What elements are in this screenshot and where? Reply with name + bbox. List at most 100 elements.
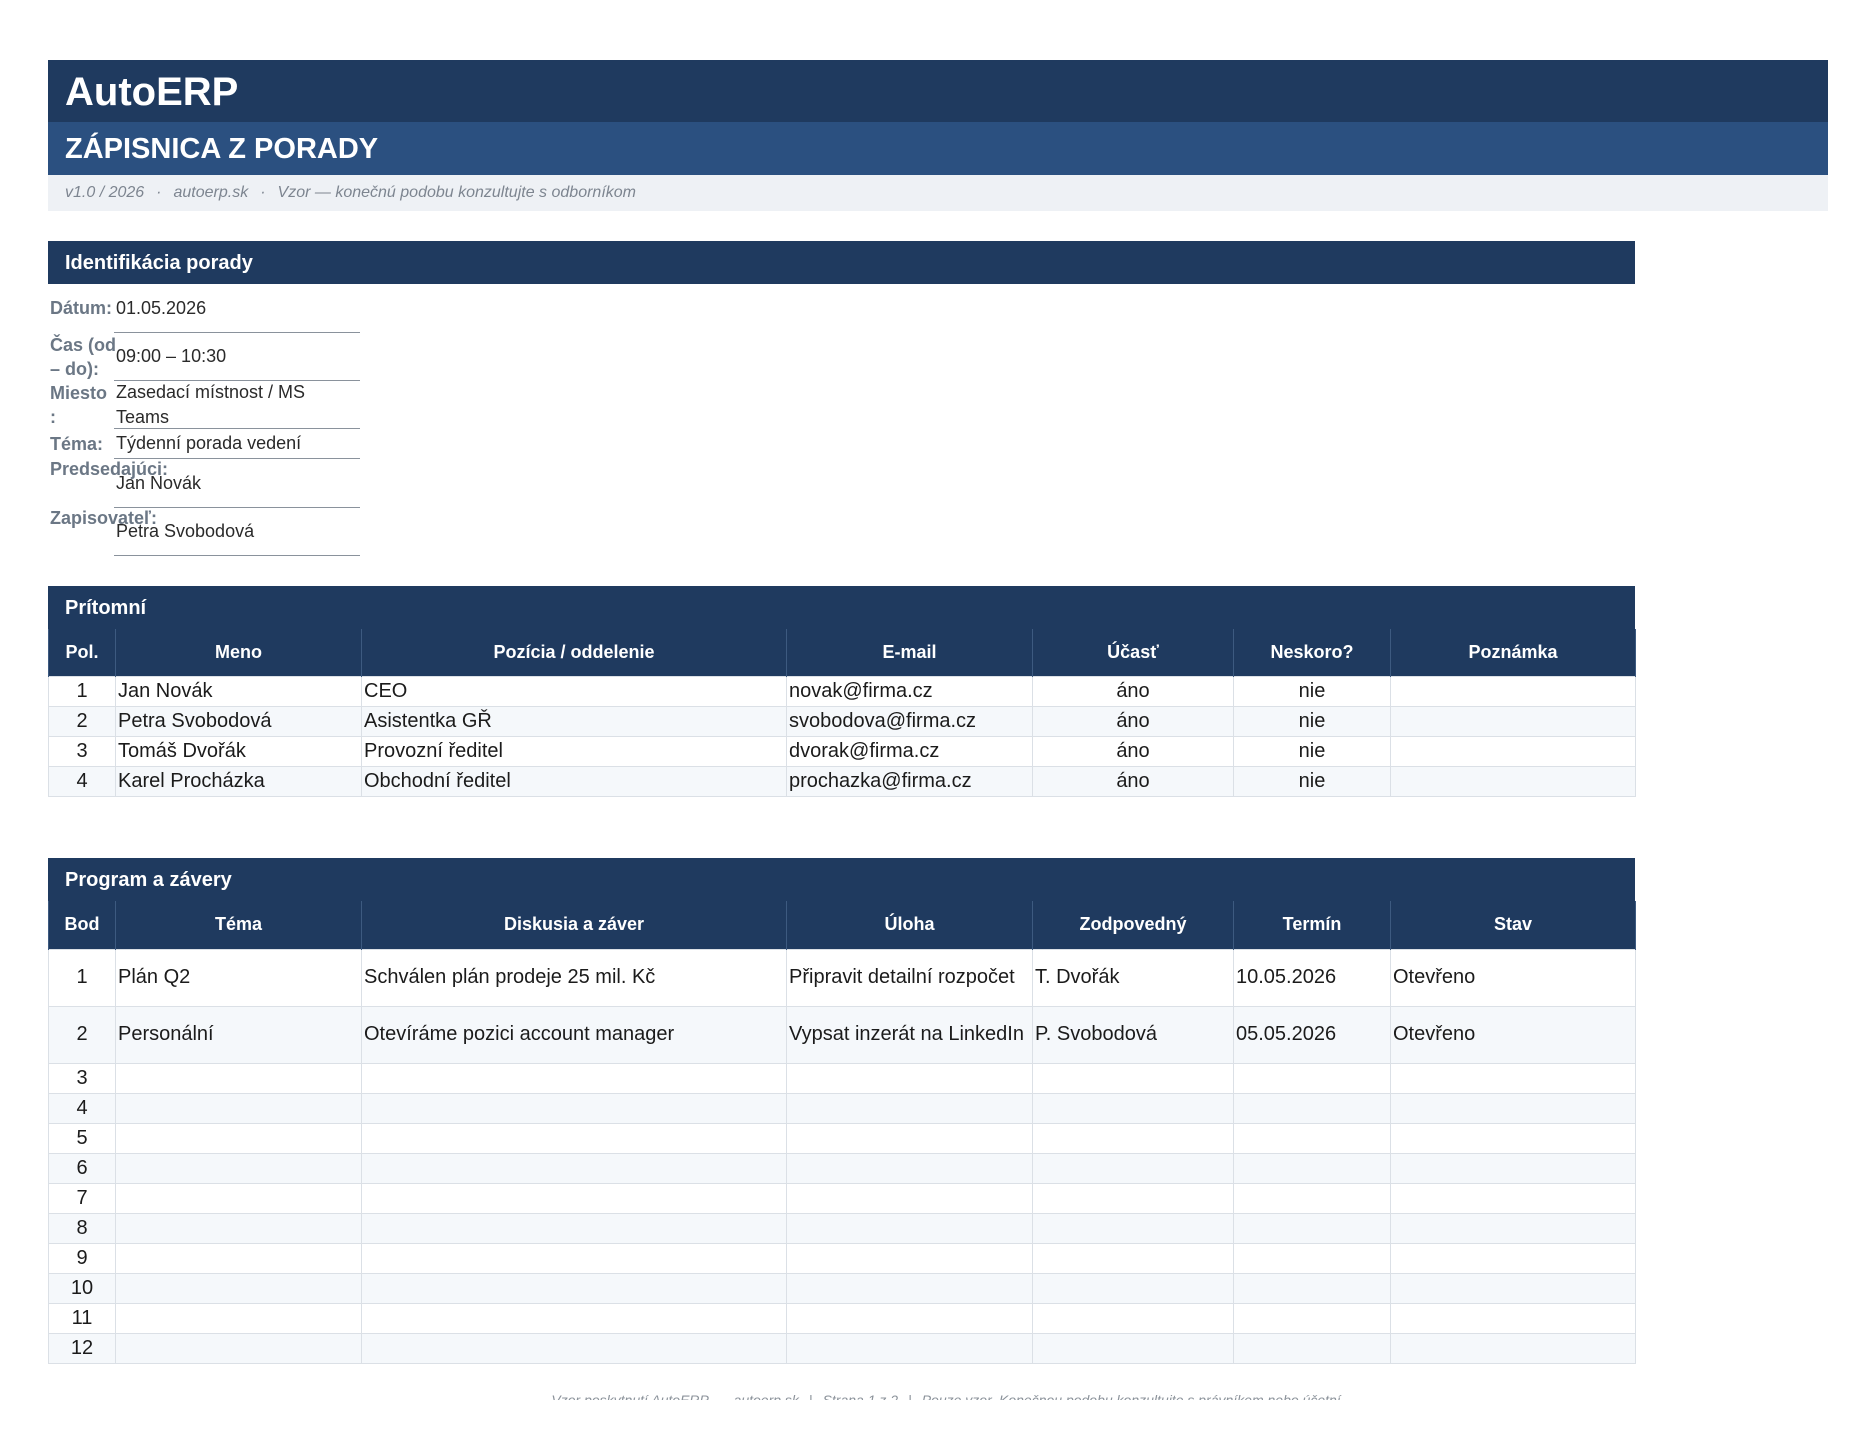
- table-cell: nie: [1233, 735, 1391, 767]
- table-cell: [1390, 1302, 1636, 1334]
- table-cell: svobodova@firma.cz: [786, 705, 1033, 737]
- document-title: ZÁPISNICA Z PORADY: [65, 133, 379, 165]
- table-cell: [1032, 1302, 1234, 1334]
- table-cell: 1: [48, 675, 116, 707]
- table-cell: [115, 1302, 362, 1334]
- attendees-header: Prítomní: [48, 586, 1635, 629]
- table-cell: [786, 1242, 1033, 1274]
- table-cell: Tomáš Dvořák: [115, 735, 362, 767]
- title-bar: ZÁPISNICA Z PORADY: [48, 122, 1828, 175]
- table-cell: 4: [48, 765, 116, 797]
- table-row: 8: [48, 1212, 1636, 1244]
- table-cell: [361, 1122, 787, 1154]
- field-value-time: 09:00 – 10:30: [116, 346, 227, 366]
- table-cell: 11: [48, 1302, 116, 1334]
- table-cell: [115, 1092, 362, 1124]
- table-cell: [115, 1332, 362, 1364]
- table-cell: [786, 1212, 1033, 1244]
- table-cell: [1032, 1122, 1234, 1154]
- field-label-time: Čas (od – do):: [50, 335, 117, 379]
- page-footer: Vzor poskytnutí AutoERP · autoerp.sk | Stran…: [528, 1390, 1368, 1400]
- table-cell: [361, 1062, 787, 1094]
- table-cell: [1390, 1122, 1636, 1154]
- table-cell: T. Dvořák: [1032, 948, 1234, 1007]
- field-label-chair: Predsedajúci:: [50, 459, 169, 479]
- table-row: 6: [48, 1152, 1636, 1184]
- meta-website: autoerp.sk: [173, 184, 249, 201]
- table-cell: nie: [1233, 765, 1391, 797]
- table-cell: [361, 1332, 787, 1364]
- table-cell: [1390, 1152, 1636, 1184]
- table-cell: [786, 1122, 1033, 1154]
- table-cell: Personální: [115, 1005, 362, 1064]
- table-cell: Připravit detailní rozpočet: [786, 948, 1033, 1007]
- field-value-location: Zasedací místnost / MS Teams: [116, 382, 306, 427]
- attendees-body: 1 Jan Novák CEO novak@firma.cz áno nie 2 Petra …: [48, 675, 1636, 797]
- table-cell: áno: [1032, 675, 1234, 707]
- table-row: 4: [48, 1092, 1636, 1124]
- field-value-topic: Týdenní porada vedení: [116, 433, 302, 453]
- table-cell: [1032, 1242, 1234, 1274]
- program-body: 1 Plán Q2 Schválen plán prodeje 25 mil. Kč…: [48, 948, 1636, 1364]
- footer-disclaimer: Pouze vzor. Konečnou podobu konzultujte …: [921, 1392, 1345, 1400]
- column-header: Poznámka: [1390, 629, 1636, 676]
- table-cell: dvorak@firma.cz: [786, 735, 1033, 767]
- table-row: 7: [48, 1182, 1636, 1214]
- table-cell: 2: [48, 1005, 116, 1064]
- table-cell: [115, 1242, 362, 1274]
- table-cell: 8: [48, 1212, 116, 1244]
- table-cell: [1233, 1212, 1391, 1244]
- table-cell: [1032, 1152, 1234, 1184]
- column-header: Bod: [48, 901, 116, 949]
- table-cell: [1390, 1272, 1636, 1304]
- table-row: 2 Petra Svobodová Asistentka GŘ svobodova@f…: [48, 705, 1636, 737]
- table-cell: 3: [48, 1062, 116, 1094]
- table-cell: Provozní ředitel: [361, 735, 787, 767]
- table-cell: [115, 1272, 362, 1304]
- table-cell: [361, 1212, 787, 1244]
- table-cell: Schválen plán prodeje 25 mil. Kč: [361, 948, 787, 1007]
- column-header: Meno: [115, 629, 362, 676]
- column-header: Diskusia a záver: [361, 901, 787, 949]
- field-value-date: 01.05.2026: [116, 298, 207, 318]
- table-cell: Obchodní ředitel: [361, 765, 787, 797]
- table-cell: [1233, 1182, 1391, 1214]
- field-underline: [114, 555, 360, 556]
- program-title: Program a závery: [65, 869, 232, 891]
- meta-disclaimer: Vzor — konečnú podobu konzultujte s odbo…: [277, 184, 636, 201]
- table-cell: [1233, 1062, 1391, 1094]
- table-cell: [786, 1332, 1033, 1364]
- table-cell: Asistentka GŘ: [361, 705, 787, 737]
- field-label-recorder: Zapisovateľ:: [50, 508, 157, 528]
- table-cell: [115, 1062, 362, 1094]
- table-cell: 1: [48, 948, 116, 1007]
- table-cell: Plán Q2: [115, 948, 362, 1007]
- table-cell: 5: [48, 1122, 116, 1154]
- table-cell: [361, 1182, 787, 1214]
- table-row: 3: [48, 1062, 1636, 1094]
- table-row: 9: [48, 1242, 1636, 1274]
- column-header: E-mail: [786, 629, 1033, 676]
- table-cell: 10: [48, 1272, 116, 1304]
- table-cell: [1233, 1152, 1391, 1184]
- table-cell: [115, 1182, 362, 1214]
- table-cell: [1233, 1122, 1391, 1154]
- table-cell: [1233, 1302, 1391, 1334]
- table-cell: 7: [48, 1182, 116, 1214]
- table-row: 2 Personální Otevíráme pozici account mana…: [48, 1005, 1636, 1064]
- table-cell: [1390, 1062, 1636, 1094]
- table-cell: nie: [1233, 705, 1391, 737]
- table-header-row: Bod Téma Diskusia a záver Úloha Zodpoved…: [48, 901, 1636, 949]
- footer-vendor: Vzor poskytnutí AutoERP: [551, 1392, 709, 1400]
- field-value-chair: Jan Novák: [116, 473, 202, 493]
- field-label-location: Miesto :: [50, 383, 108, 427]
- table-cell: Otevřeno: [1390, 1005, 1636, 1064]
- table-cell: CEO: [361, 675, 787, 707]
- table-cell: Otevíráme pozici account manager: [361, 1005, 787, 1064]
- table-cell: [361, 1152, 787, 1184]
- table-row: 1 Jan Novák CEO novak@firma.cz áno nie: [48, 675, 1636, 707]
- table-header-row: Pol. Meno Pozícia / oddelenie E-mail Úča…: [48, 629, 1636, 676]
- table-cell: áno: [1032, 765, 1234, 797]
- table-cell: [1390, 1092, 1636, 1124]
- attendees-title: Prítomní: [65, 597, 147, 619]
